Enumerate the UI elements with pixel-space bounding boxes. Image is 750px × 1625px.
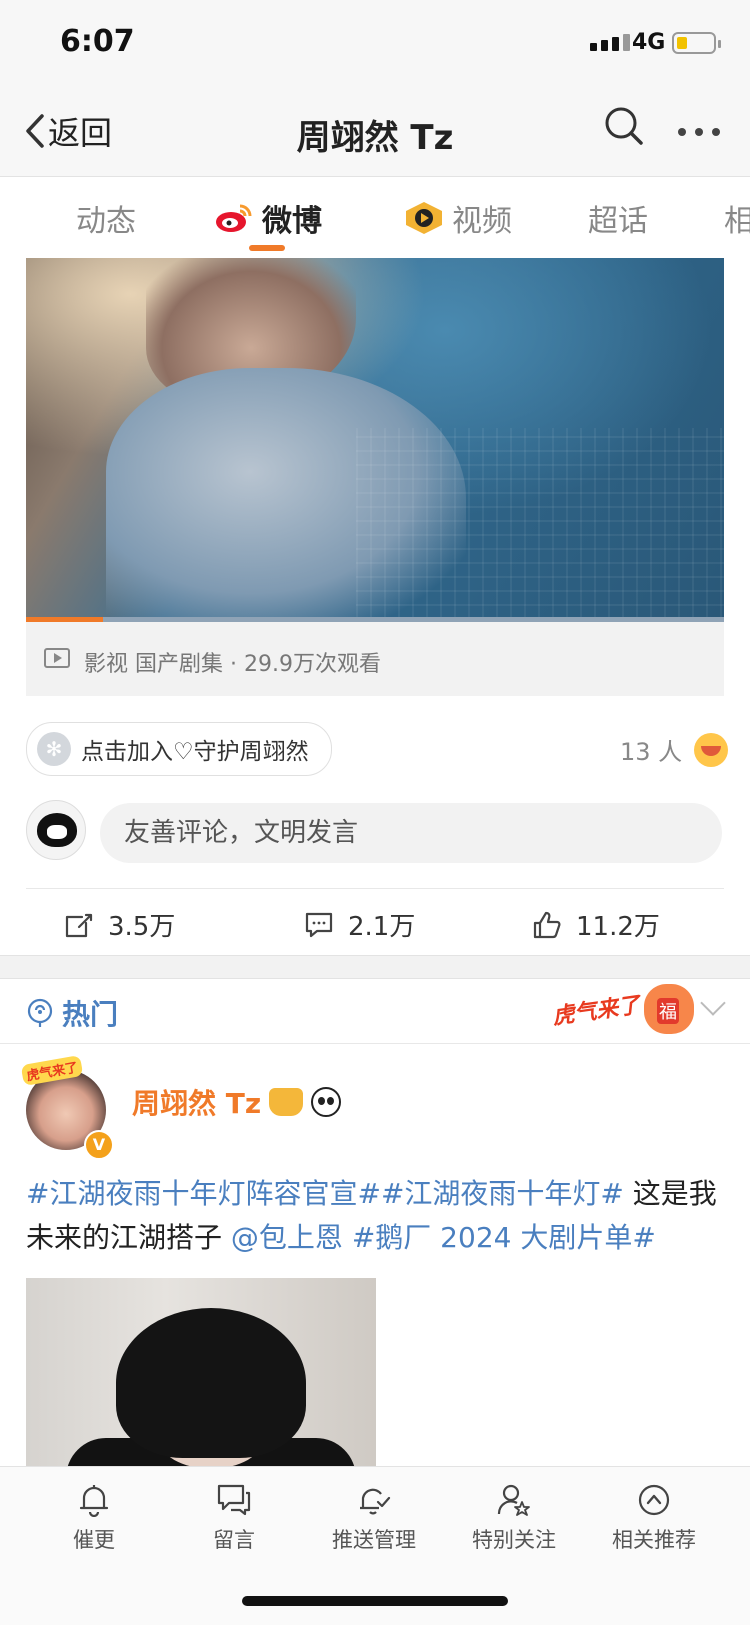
tab-label: 视频 bbox=[452, 204, 512, 239]
tab-video[interactable]: 视频 bbox=[404, 196, 512, 240]
toolbar-special-follow-button[interactable]: 特别关注 bbox=[444, 1482, 584, 1554]
hot-section-header[interactable]: 热门 bbox=[26, 993, 118, 1033]
verified-badge-icon: V bbox=[84, 1130, 114, 1160]
tab-label: 微博 bbox=[262, 204, 322, 239]
home-indicator[interactable] bbox=[242, 1596, 508, 1606]
tiger-badge[interactable]: 虎气来了 bbox=[551, 984, 695, 1034]
tab-label: 超话 bbox=[588, 204, 648, 239]
hot-icon bbox=[27, 998, 53, 1027]
crown-icon bbox=[269, 1088, 304, 1116]
like-count: 11.2万 bbox=[576, 912, 660, 942]
toolbar-label: 推送管理 bbox=[332, 1528, 416, 1552]
video-meta-text: 影视 国产剧集 · 29.9万次观看 bbox=[84, 652, 381, 677]
weibo-logo-icon bbox=[216, 204, 252, 232]
post-image[interactable] bbox=[26, 1278, 376, 1468]
like-button[interactable]: 11.2万 bbox=[532, 906, 660, 943]
guard-label: 点击加入♡守护周翊然 bbox=[81, 739, 309, 765]
status-time: 6:07 bbox=[60, 24, 135, 59]
tab-supertopic[interactable]: 超话 bbox=[588, 196, 648, 240]
guard-button[interactable]: ✻ 点击加入♡守护周翊然 bbox=[26, 722, 332, 776]
divider bbox=[0, 1043, 750, 1044]
hashtag-link[interactable]: #鹅厂 2024 大剧片单# bbox=[343, 1221, 656, 1254]
post-author-name: 周翊然 Tz bbox=[132, 1087, 262, 1120]
toolbar-push-settings-button[interactable]: 推送管理 bbox=[304, 1482, 444, 1554]
section-separator bbox=[0, 955, 750, 979]
active-tab-indicator bbox=[249, 245, 285, 251]
arrow-up-circle-icon bbox=[638, 1484, 670, 1516]
user-star-icon bbox=[497, 1484, 530, 1516]
post-author[interactable]: 周翊然 Tz bbox=[132, 1082, 342, 1122]
search-button[interactable] bbox=[604, 106, 644, 150]
tab-related[interactable]: 相 bbox=[724, 196, 750, 240]
more-dot-icon bbox=[695, 128, 703, 136]
hot-label: 热门 bbox=[62, 998, 119, 1031]
panda-icon bbox=[311, 1087, 342, 1117]
tab-weibo[interactable]: 微博 bbox=[214, 196, 322, 240]
toolbar-label: 留言 bbox=[213, 1528, 255, 1552]
bell-icon bbox=[79, 1485, 109, 1517]
toolbar-remind-button[interactable]: 催更 bbox=[24, 1482, 164, 1554]
flower-icon: ✻ bbox=[37, 732, 71, 766]
more-button[interactable] bbox=[678, 128, 720, 136]
video-tab-icon bbox=[406, 202, 442, 234]
repost-icon bbox=[65, 913, 93, 937]
image-figure-hair bbox=[116, 1308, 306, 1458]
battery-icon bbox=[672, 32, 721, 54]
tiger-badge-text: 虎气来了 bbox=[551, 992, 642, 1030]
signal-icon bbox=[590, 34, 630, 51]
comment-input[interactable]: 友善评论，文明发言 bbox=[100, 803, 722, 863]
guard-count-label: 13 人 bbox=[620, 738, 683, 766]
video-play-icon bbox=[44, 648, 70, 668]
divider bbox=[26, 888, 724, 889]
hashtag-link[interactable]: #江湖夜雨十年灯阵容官宣# bbox=[26, 1177, 381, 1210]
search-icon bbox=[605, 107, 643, 145]
mention-link[interactable]: @包上恩 bbox=[231, 1221, 343, 1254]
video-player[interactable] bbox=[26, 258, 724, 620]
bell-check-icon bbox=[360, 1488, 391, 1515]
toolbar-label: 催更 bbox=[73, 1528, 115, 1552]
comment-icon bbox=[305, 912, 333, 937]
repost-button[interactable]: 3.5万 bbox=[64, 906, 175, 943]
more-dot-icon bbox=[712, 128, 720, 136]
toolbar-label: 特别关注 bbox=[472, 1528, 556, 1552]
thumbs-up-icon bbox=[533, 911, 561, 938]
comment-button[interactable]: 2.1万 bbox=[304, 906, 415, 943]
comment-count: 2.1万 bbox=[348, 912, 416, 942]
guard-count[interactable]: 13 人 bbox=[620, 732, 729, 767]
repost-count: 3.5万 bbox=[108, 912, 176, 942]
toolbar-message-button[interactable]: 留言 bbox=[164, 1482, 304, 1554]
video-frame-pool-tiles bbox=[356, 428, 724, 620]
laughing-emoji-icon bbox=[694, 732, 729, 767]
toolbar-related-button[interactable]: 相关推荐 bbox=[584, 1482, 724, 1554]
hashtag-link[interactable]: #江湖夜雨十年灯# bbox=[381, 1177, 624, 1210]
tab-label: 相 bbox=[724, 204, 750, 239]
toolbar-label: 相关推荐 bbox=[612, 1528, 696, 1552]
network-label: 4G bbox=[632, 30, 666, 55]
tab-dynamic[interactable]: 动态 bbox=[76, 196, 136, 240]
more-dot-icon bbox=[678, 128, 686, 136]
tab-label: 动态 bbox=[76, 204, 136, 239]
avatar bbox=[26, 800, 86, 860]
tiger-paw-icon bbox=[644, 984, 695, 1034]
chevron-down-icon[interactable] bbox=[700, 990, 726, 1016]
message-icon bbox=[217, 1484, 251, 1516]
post-text: #江湖夜雨十年灯阵容官宣##江湖夜雨十年灯# 这是我未来的江湖搭子 @包上恩 #… bbox=[26, 1172, 724, 1260]
